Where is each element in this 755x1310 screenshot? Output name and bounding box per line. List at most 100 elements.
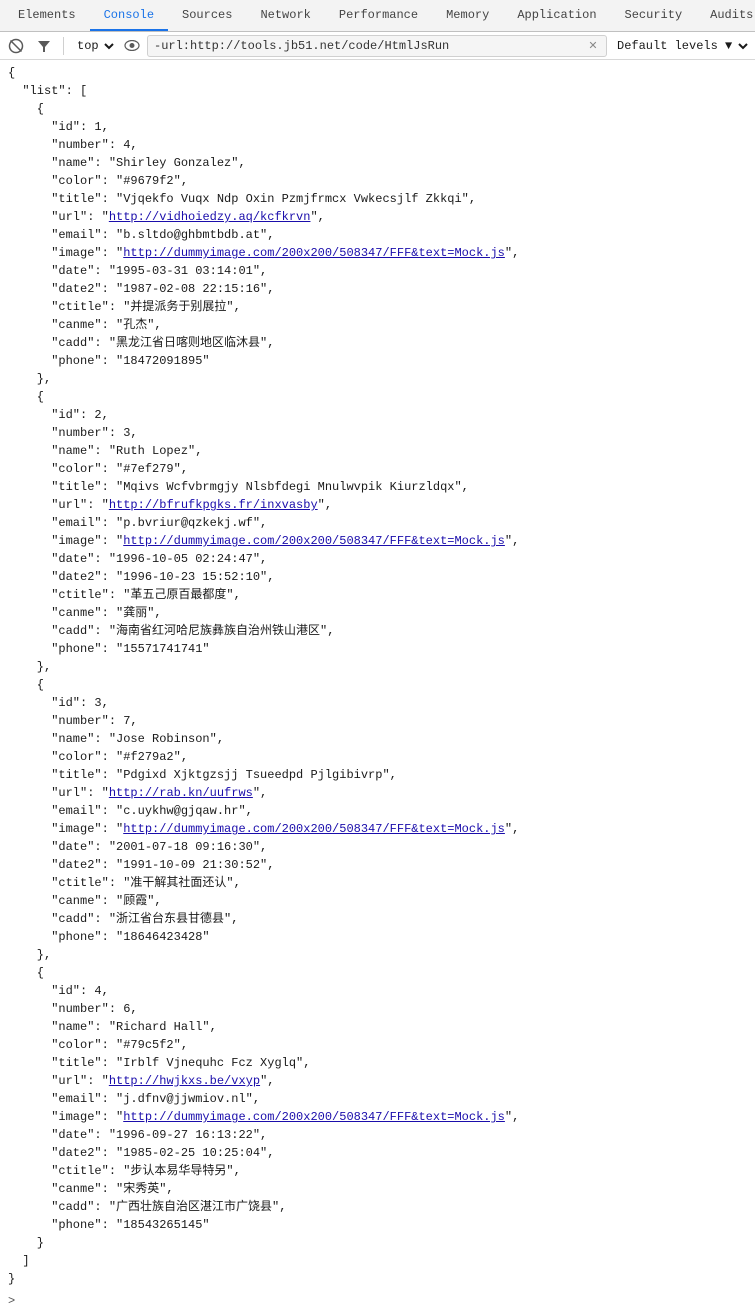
tab-console[interactable]: Console	[90, 0, 168, 31]
url-filter-bar: -url:http://tools.jb51.net/code/HtmlJsRu…	[147, 35, 607, 57]
console-line: "phone": "18646423428"	[0, 928, 755, 946]
console-line: "id": 4,	[0, 982, 755, 1000]
console-line: "date": "1996-09-27 16:13:22",	[0, 1126, 755, 1144]
console-line: ]	[0, 1252, 755, 1270]
console-output: { "list": [ { "id": 1, "number": 4, "nam…	[0, 60, 755, 1292]
log-level-select[interactable]: Default levels ▼	[611, 36, 751, 56]
console-line: "url": "http://rab.kn/uufrws",	[0, 784, 755, 802]
console-line: "canme": "龚丽",	[0, 604, 755, 622]
context-select[interactable]: top	[71, 36, 117, 56]
json-url-link[interactable]: http://vidhoiedzy.aq/kcfkrvn	[109, 210, 311, 224]
divider	[63, 37, 64, 55]
console-line: {	[0, 64, 755, 82]
console-prompt-line: >	[0, 1292, 755, 1310]
console-line: "cadd": "广西壮族自治区湛江市广饶县",	[0, 1198, 755, 1216]
clear-console-button[interactable]	[4, 34, 28, 58]
console-line: "date2": "1985-02-25 10:25:04",	[0, 1144, 755, 1162]
console-line: "ctitle": "准干解其社面还认",	[0, 874, 755, 892]
console-line: "ctitle": "步认本易华导特另",	[0, 1162, 755, 1180]
tab-application[interactable]: Application	[503, 0, 610, 31]
console-line: "ctitle": "革五己原百最都度",	[0, 586, 755, 604]
url-clear-button[interactable]: ✕	[586, 39, 600, 53]
console-line: "color": "#9679f2",	[0, 172, 755, 190]
console-line: "cadd": "海南省红河哈尼族彝族自治州铁山港区",	[0, 622, 755, 640]
console-line: {	[0, 964, 755, 982]
console-line: "email": "j.dfnv@jjwmiov.nl",	[0, 1090, 755, 1108]
console-line: {	[0, 676, 755, 694]
console-line: "title": "Mqivs Wcfvbrmgjy Nlsbfdegi Mnu…	[0, 478, 755, 496]
console-line: "color": "#f279a2",	[0, 748, 755, 766]
console-line: "id": 2,	[0, 406, 755, 424]
tab-memory[interactable]: Memory	[432, 0, 503, 31]
console-line: "color": "#79c5f2",	[0, 1036, 755, 1054]
tab-sources[interactable]: Sources	[168, 0, 246, 31]
console-line: "name": "Jose Robinson",	[0, 730, 755, 748]
console-line: "color": "#7ef279",	[0, 460, 755, 478]
console-line: },	[0, 658, 755, 676]
json-url-link[interactable]: http://hwjkxs.be/vxyp	[109, 1074, 260, 1088]
url-filter-text: -url:http://tools.jb51.net/code/HtmlJsRu…	[154, 39, 586, 53]
context-selector-wrapper: top	[71, 36, 117, 56]
console-line: "image": "http://dummyimage.com/200x200/…	[0, 820, 755, 838]
console-line: {	[0, 388, 755, 406]
console-line: "cadd": "浙江省台东县甘德县",	[0, 910, 755, 928]
console-line: "title": "Irblf Vjnequhc Fcz Xyglq",	[0, 1054, 755, 1072]
console-line: "image": "http://dummyimage.com/200x200/…	[0, 532, 755, 550]
console-line: "url": "http://bfrufkpgks.fr/inxvasby",	[0, 496, 755, 514]
console-line: "canme": "宋秀英",	[0, 1180, 755, 1198]
console-line: },	[0, 946, 755, 964]
prompt-symbol: >	[8, 1294, 15, 1308]
console-line: "url": "http://vidhoiedzy.aq/kcfkrvn",	[0, 208, 755, 226]
console-line: {	[0, 100, 755, 118]
json-url-link[interactable]: http://dummyimage.com/200x200/508347/FFF…	[123, 1110, 505, 1124]
console-line: "date2": "1996-10-23 15:52:10",	[0, 568, 755, 586]
nav-tabs-bar: Elements Console Sources Network Perform…	[0, 0, 755, 32]
console-line: "date2": "1987-02-08 22:15:16",	[0, 280, 755, 298]
tab-network[interactable]: Network	[246, 0, 324, 31]
console-line: "date": "1995-03-31 03:14:01",	[0, 262, 755, 280]
console-line: "image": "http://dummyimage.com/200x200/…	[0, 244, 755, 262]
console-line: "email": "b.sltdo@ghbmtbdb.at",	[0, 226, 755, 244]
console-line: "list": [	[0, 82, 755, 100]
console-line: "phone": "18472091895"	[0, 352, 755, 370]
console-line: "canme": "顾霞",	[0, 892, 755, 910]
console-line: "name": "Richard Hall",	[0, 1018, 755, 1036]
console-line: "canme": "孔杰",	[0, 316, 755, 334]
console-line: }	[0, 1234, 755, 1252]
console-line: "title": "Vjqekfo Vuqx Ndp Oxin Pzmjfrmc…	[0, 190, 755, 208]
console-line: },	[0, 370, 755, 388]
console-line: "url": "http://hwjkxs.be/vxyp",	[0, 1072, 755, 1090]
json-url-link[interactable]: http://rab.kn/uufrws	[109, 786, 253, 800]
console-line: "date": "1996-10-05 02:24:47",	[0, 550, 755, 568]
console-line: "name": "Ruth Lopez",	[0, 442, 755, 460]
tab-elements[interactable]: Elements	[4, 0, 90, 31]
console-line: "cadd": "黑龙江省日喀则地区临沐县",	[0, 334, 755, 352]
filter-button[interactable]	[32, 34, 56, 58]
console-line: "title": "Pdgixd Xjktgzsjj Tsueedpd Pjlg…	[0, 766, 755, 784]
console-line: "number": 6,	[0, 1000, 755, 1018]
console-line: "number": 7,	[0, 712, 755, 730]
json-url-link[interactable]: http://dummyimage.com/200x200/508347/FFF…	[123, 246, 505, 260]
tab-performance[interactable]: Performance	[325, 0, 432, 31]
tab-audits[interactable]: Audits	[696, 0, 755, 31]
console-line: }	[0, 1270, 755, 1288]
console-line: "name": "Shirley Gonzalez",	[0, 154, 755, 172]
json-url-link[interactable]: http://bfrufkpgks.fr/inxvasby	[109, 498, 318, 512]
console-line: "id": 1,	[0, 118, 755, 136]
console-line: "date": "2001-07-18 09:16:30",	[0, 838, 755, 856]
console-line: "date2": "1991-10-09 21:30:52",	[0, 856, 755, 874]
console-line: "number": 3,	[0, 424, 755, 442]
console-line: "id": 3,	[0, 694, 755, 712]
console-line: "image": "http://dummyimage.com/200x200/…	[0, 1108, 755, 1126]
console-line: "email": "c.uykhw@gjqaw.hr",	[0, 802, 755, 820]
console-line: "email": "p.bvriur@qzkekj.wf",	[0, 514, 755, 532]
console-line: "phone": "15571741741"	[0, 640, 755, 658]
eye-button[interactable]	[121, 35, 143, 57]
tab-security[interactable]: Security	[611, 0, 697, 31]
console-line: "ctitle": "并提派务于别展拉",	[0, 298, 755, 316]
json-url-link[interactable]: http://dummyimage.com/200x200/508347/FFF…	[123, 534, 505, 548]
console-line: "number": 4,	[0, 136, 755, 154]
console-line: "phone": "18543265145"	[0, 1216, 755, 1234]
secondary-toolbar: top -url:http://tools.jb51.net/code/Html…	[0, 32, 755, 60]
json-url-link[interactable]: http://dummyimage.com/200x200/508347/FFF…	[123, 822, 505, 836]
